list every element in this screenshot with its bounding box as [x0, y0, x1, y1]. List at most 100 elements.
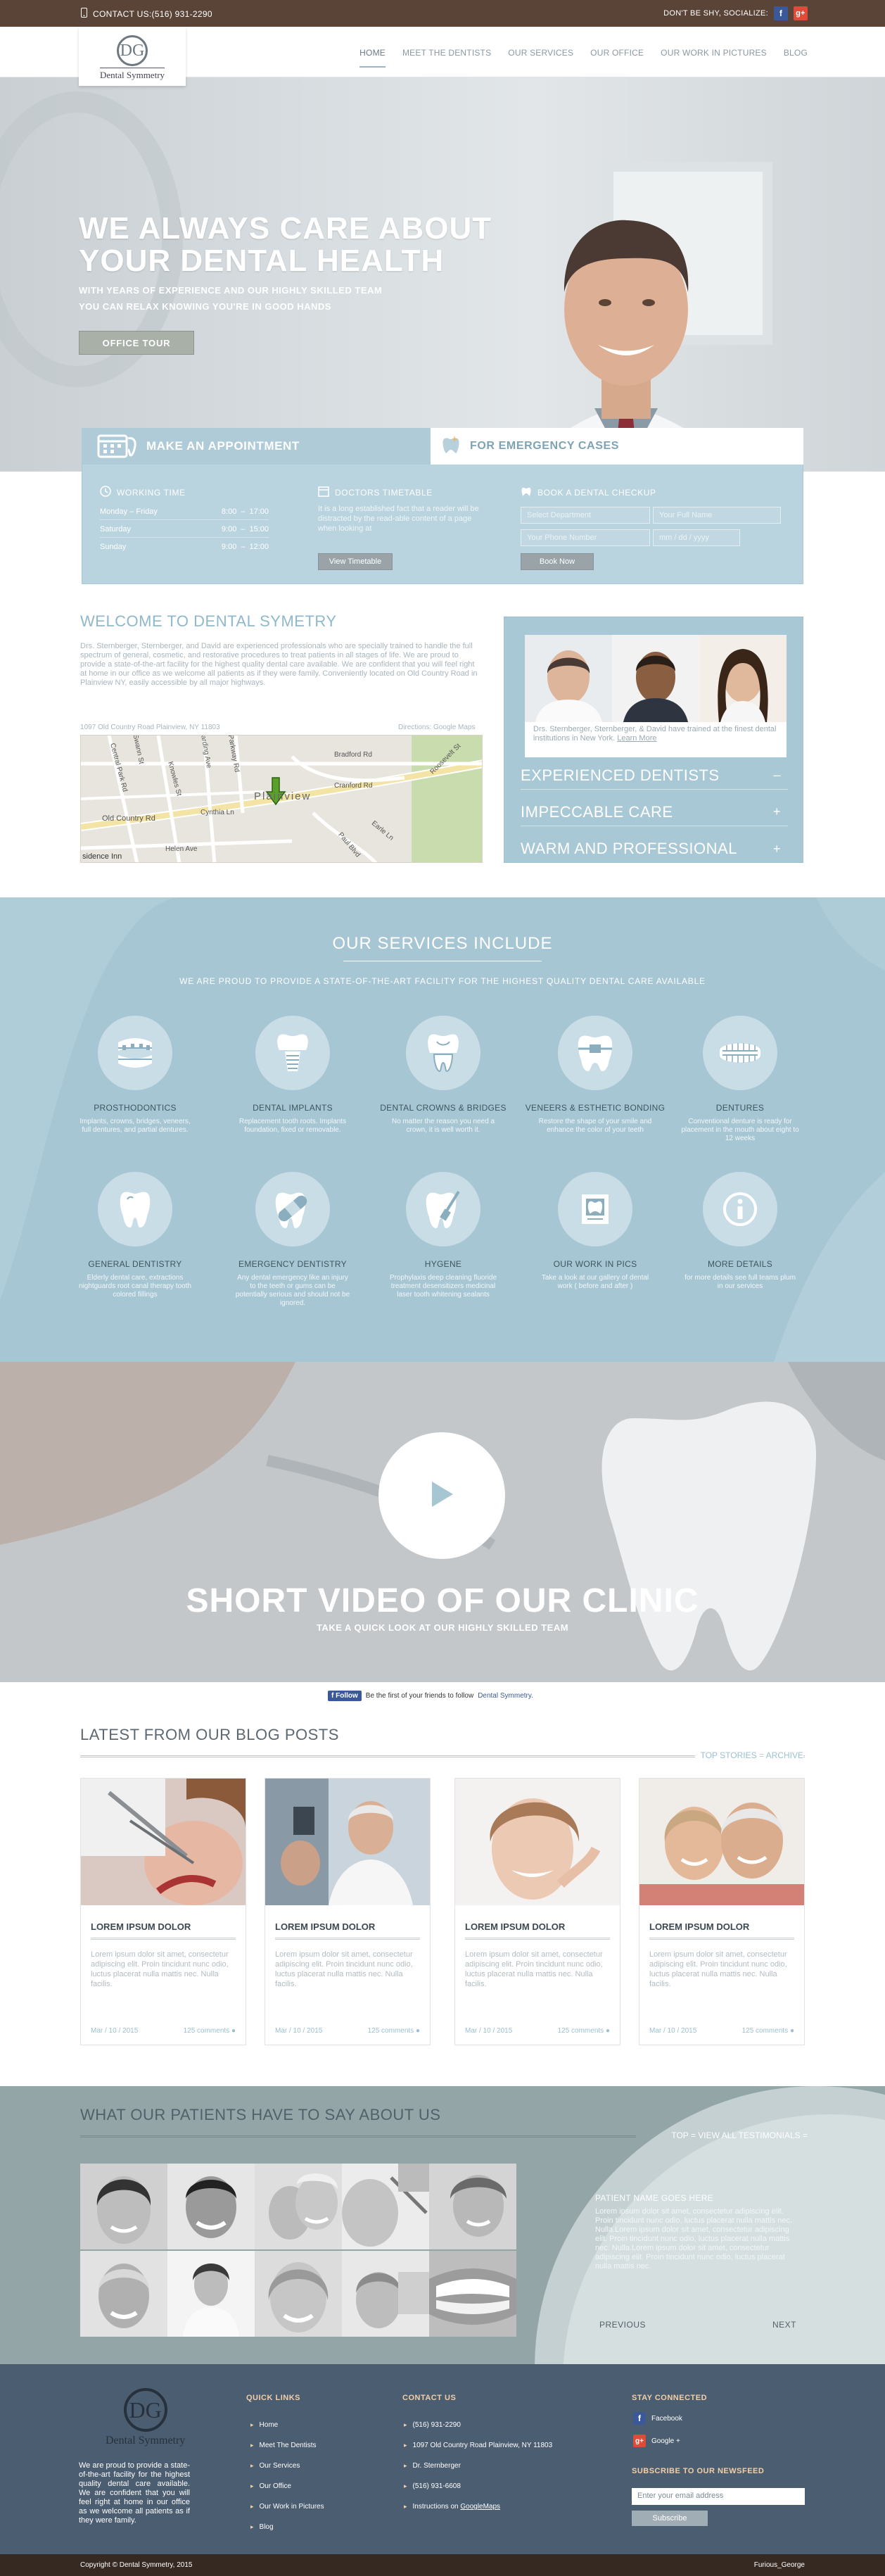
post-comments[interactable]: 125 comments ●	[558, 2027, 610, 2035]
service-desc: Conventional denture is ready for placem…	[681, 1118, 799, 1142]
google-maps-link[interactable]: GoogleMaps	[460, 2503, 500, 2511]
directions-link[interactable]: Directions: Google Maps	[398, 724, 476, 731]
nav-item-our-work[interactable]: OUR WORK IN PICTURES	[661, 48, 767, 68]
footer-link-our-work[interactable]: Our Work in Pictures	[250, 2496, 324, 2517]
patient-photo[interactable]	[429, 2251, 516, 2337]
accordion-impeccable-care[interactable]: IMPECCABLE CARE +	[521, 798, 788, 826]
accordion-experienced-dentists[interactable]: EXPERIENCED DENTISTS –	[521, 762, 788, 790]
tab-emergency-cases[interactable]: FOR EMERGENCY CASES	[431, 428, 803, 465]
map-label: sidence Inn	[82, 852, 122, 861]
patient-photo[interactable]	[167, 2164, 255, 2249]
blog-card[interactable]: LOREM IPSUM DOLOR Lorem ipsum dolor sit …	[265, 1778, 431, 2045]
service-hygene[interactable]: HYGENE Prophylaxis deep cleaning fluorid…	[373, 1172, 514, 1299]
expand-icon: +	[772, 804, 781, 819]
service-work-in-pics[interactable]: OUR WORK IN PICS Take a look at our gall…	[525, 1172, 666, 1291]
footer-link-our-services[interactable]: Our Services	[250, 2456, 324, 2476]
blog-card[interactable]: LOREM IPSUM DOLOR Lorem ipsum dolor sit …	[639, 1778, 805, 2045]
date-input[interactable]: mm / dd / yyyy	[653, 529, 740, 546]
newsletter-email-input[interactable]: Enter your email address	[632, 2488, 805, 2505]
contact-phone-text[interactable]: CONTACT US:(516) 931-2290	[93, 9, 212, 19]
patient-photo[interactable]	[342, 2164, 429, 2249]
nav-item-home[interactable]: HOME	[359, 48, 386, 68]
view-all-testimonials-link[interactable]: VIEW ALL TESTIMONIALS	[698, 2130, 800, 2140]
nav-item-blog[interactable]: BLOG	[784, 48, 808, 68]
learn-more-link[interactable]: Learn More	[617, 734, 656, 743]
service-prosthodontics[interactable]: PROSTHODONTICS Implants, crowns, bridges…	[65, 1016, 205, 1135]
nav-item-our-services[interactable]: OUR SERVICES	[508, 48, 573, 68]
tab-make-appointment[interactable]: MAKE AN APPOINTMENT	[82, 428, 431, 465]
facebook-icon[interactable]: f	[774, 6, 788, 20]
braces-icon	[98, 1016, 172, 1090]
blog-post-title[interactable]: LOREM IPSUM DOLOR	[91, 1921, 236, 1940]
patient-photo[interactable]	[167, 2251, 255, 2337]
top-stories-link[interactable]: TOP STORIES	[701, 1750, 757, 1760]
hero-title-line-2: YOUR DENTAL HEALTH	[79, 244, 445, 278]
footer-link-home[interactable]: Home	[250, 2415, 324, 2435]
footer-map-instructions: Instructions on GoogleMaps	[404, 2496, 552, 2517]
nav-item-our-office[interactable]: OUR OFFICE	[590, 48, 644, 68]
service-title: EMERGENCY DENTISTRY	[238, 1259, 347, 1269]
google-plus-icon[interactable]: g+	[794, 6, 808, 20]
footer-google-link[interactable]: g+ Google +	[633, 2435, 680, 2447]
patient-photo[interactable]	[255, 2251, 342, 2337]
service-title: OUR WORK IN PICS	[553, 1259, 637, 1269]
post-comments[interactable]: 125 comments ●	[742, 2027, 794, 2035]
department-select[interactable]: Select Department	[521, 507, 650, 524]
patient-photo[interactable]	[80, 2164, 167, 2249]
accordion-warm-professional[interactable]: WARM AND PROFESSIONAL +	[521, 835, 788, 863]
testimonial-patient-name: PATIENT NAME GOES HERE	[595, 2193, 713, 2203]
service-more-details[interactable]: MORE DETAILS for more details see full t…	[670, 1172, 810, 1291]
blog-post-excerpt: Lorem ipsum dolor sit amet, consectetur …	[91, 1950, 229, 1988]
footer-facebook-link[interactable]: f Facebook	[633, 2412, 682, 2425]
blog-post-title[interactable]: LOREM IPSUM DOLOR	[275, 1921, 420, 1940]
footer-link-our-office[interactable]: Our Office	[250, 2476, 324, 2496]
blog-post-title[interactable]: LOREM IPSUM DOLOR	[649, 1921, 794, 1940]
nav-item-meet-the-dentists[interactable]: MEET THE DENTISTS	[402, 48, 491, 68]
service-veneers[interactable]: VENEERS & ESTHETIC BONDING Restore the s…	[525, 1016, 666, 1135]
patient-photo[interactable]	[429, 2164, 516, 2249]
map-label: Cranford Rd	[334, 782, 373, 790]
emergency-tooth-icon	[440, 434, 461, 459]
designer-credit: Furious_George	[753, 2561, 805, 2569]
patient-photo[interactable]	[342, 2251, 429, 2337]
service-dental-implants[interactable]: DENTAL IMPLANTS Replacement tooth roots.…	[222, 1016, 363, 1135]
service-general-dentistry[interactable]: GENERAL DENTISTRY Elderly dental care, e…	[65, 1172, 205, 1299]
post-comments[interactable]: 125 comments ●	[184, 2027, 236, 2035]
footer-logo[interactable]: DG Dental Symmetry	[106, 2388, 185, 2447]
play-video-button[interactable]	[378, 1432, 505, 1559]
blog-image-smiling-woman	[455, 1779, 620, 1905]
full-name-input[interactable]: Your Full Name	[653, 507, 781, 524]
book-now-button[interactable]: Book Now	[521, 553, 594, 570]
blog-card[interactable]: LOREM IPSUM DOLOR Lorem ipsum dolor sit …	[80, 1778, 246, 2045]
accordion-label: WARM AND PROFESSIONAL	[521, 840, 737, 857]
hours-row: Monday – Friday 8:00–17:00	[100, 503, 269, 520]
follow-page-link[interactable]: Dental Symmetry.	[478, 1692, 533, 1700]
office-address: 1097 Old Country Road Plainview, NY 1180…	[80, 724, 220, 731]
comments-count: 125 comments	[741, 2027, 789, 2035]
phone-input[interactable]: Your Phone Number	[521, 529, 650, 546]
site-logo[interactable]: DG Dental Symmetry	[79, 27, 186, 86]
previous-testimonial-button[interactable]: PREVIOUS	[599, 2320, 646, 2330]
testimonial-links: TOP = VIEW ALL TESTIMONIALS =	[671, 2130, 808, 2140]
service-crowns-bridges[interactable]: DENTAL CROWNS & BRIDGES No matter the re…	[373, 1016, 514, 1135]
patient-photo[interactable]	[255, 2164, 342, 2249]
patient-photo[interactable]	[80, 2251, 167, 2337]
footer-link-meet-the-dentists[interactable]: Meet The Dentists	[250, 2435, 324, 2456]
view-timetable-button[interactable]: View Timetable	[318, 553, 393, 570]
post-date: Mar / 10 / 2015	[465, 2027, 513, 2035]
location-map[interactable]: Bradford Rd Cranford Rd Plainview Old Co…	[80, 735, 483, 863]
footer-link-blog[interactable]: Blog	[250, 2517, 324, 2537]
post-comments[interactable]: 125 comments ●	[368, 2027, 420, 2035]
blog-post-meta: Mar / 10 / 2015 125 comments ●	[649, 2027, 794, 2035]
service-dentures[interactable]: DENTURES Conventional denture is ready f…	[670, 1016, 810, 1143]
subscribe-button[interactable]: Subscribe	[632, 2511, 708, 2526]
facebook-follow-button[interactable]: f Follow	[328, 1691, 362, 1701]
archive-link[interactable]: ARCHIVE	[766, 1750, 803, 1760]
office-tour-button[interactable]: OFFICE TOUR	[79, 331, 194, 355]
service-emergency-dentistry[interactable]: EMERGENCY DENTISTRY Any dental emergency…	[222, 1172, 363, 1308]
services-section: OUR SERVICES INCLUDE WE ARE PROUD TO PRO…	[0, 897, 885, 1362]
top-link[interactable]: TOP	[671, 2130, 688, 2140]
next-testimonial-button[interactable]: NEXT	[772, 2320, 796, 2330]
blog-card[interactable]: LOREM IPSUM DOLOR Lorem ipsum dolor sit …	[454, 1778, 620, 2045]
blog-post-title[interactable]: LOREM IPSUM DOLOR	[465, 1921, 610, 1940]
